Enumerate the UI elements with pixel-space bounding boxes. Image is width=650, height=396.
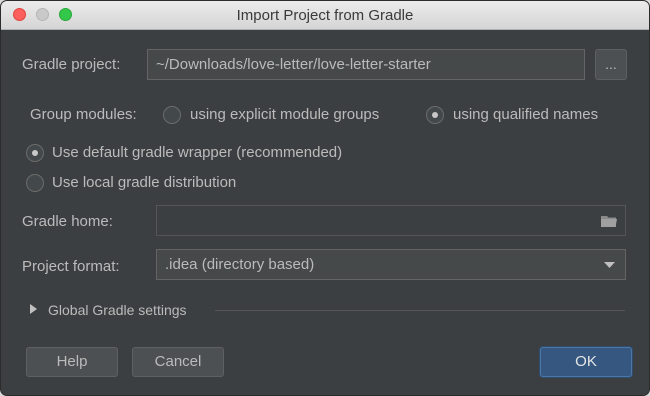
- group-modules-label: Group modules:: [30, 106, 137, 123]
- radio-qualified-names-label: using qualified names: [453, 106, 599, 123]
- gradle-home-field[interactable]: [156, 205, 626, 236]
- cancel-button[interactable]: Cancel: [132, 347, 224, 377]
- project-format-value: .idea (directory based): [165, 256, 315, 273]
- gradle-project-field[interactable]: ~/Downloads/love-letter/love-letter-star…: [147, 49, 585, 80]
- radio-explicit-module-groups-label: using explicit module groups: [190, 106, 380, 123]
- browse-project-button[interactable]: ...: [595, 49, 627, 80]
- window-title: Import Project from Gradle: [236, 7, 414, 24]
- radio-local-distribution[interactable]: [26, 174, 44, 192]
- radio-default-wrapper[interactable]: [26, 144, 44, 162]
- radio-qualified-names[interactable]: [426, 106, 444, 124]
- help-button[interactable]: Help: [26, 347, 118, 377]
- ok-button[interactable]: OK: [540, 347, 632, 377]
- import-gradle-dialog: Import Project from Gradle Gradle projec…: [0, 0, 650, 396]
- project-format-label: Project format:: [22, 258, 120, 275]
- chevron-down-icon: [604, 262, 615, 268]
- radio-explicit-module-groups[interactable]: [163, 106, 181, 124]
- radio-default-wrapper-label: Use default gradle wrapper (recommended): [52, 144, 343, 161]
- disclosure-triangle-icon[interactable]: [30, 304, 38, 314]
- folder-icon[interactable]: [600, 214, 618, 228]
- gradle-project-label: Gradle project:: [22, 56, 121, 73]
- radio-local-distribution-label: Use local gradle distribution: [52, 174, 237, 191]
- gradle-project-value: ~/Downloads/love-letter/love-letter-star…: [156, 56, 431, 73]
- global-gradle-settings-toggle[interactable]: Global Gradle settings: [48, 302, 187, 318]
- project-format-dropdown[interactable]: .idea (directory based): [156, 249, 626, 280]
- title-bar: Import Project from Gradle: [1, 1, 649, 30]
- gradle-home-label: Gradle home:: [22, 213, 113, 230]
- section-divider: [215, 310, 625, 311]
